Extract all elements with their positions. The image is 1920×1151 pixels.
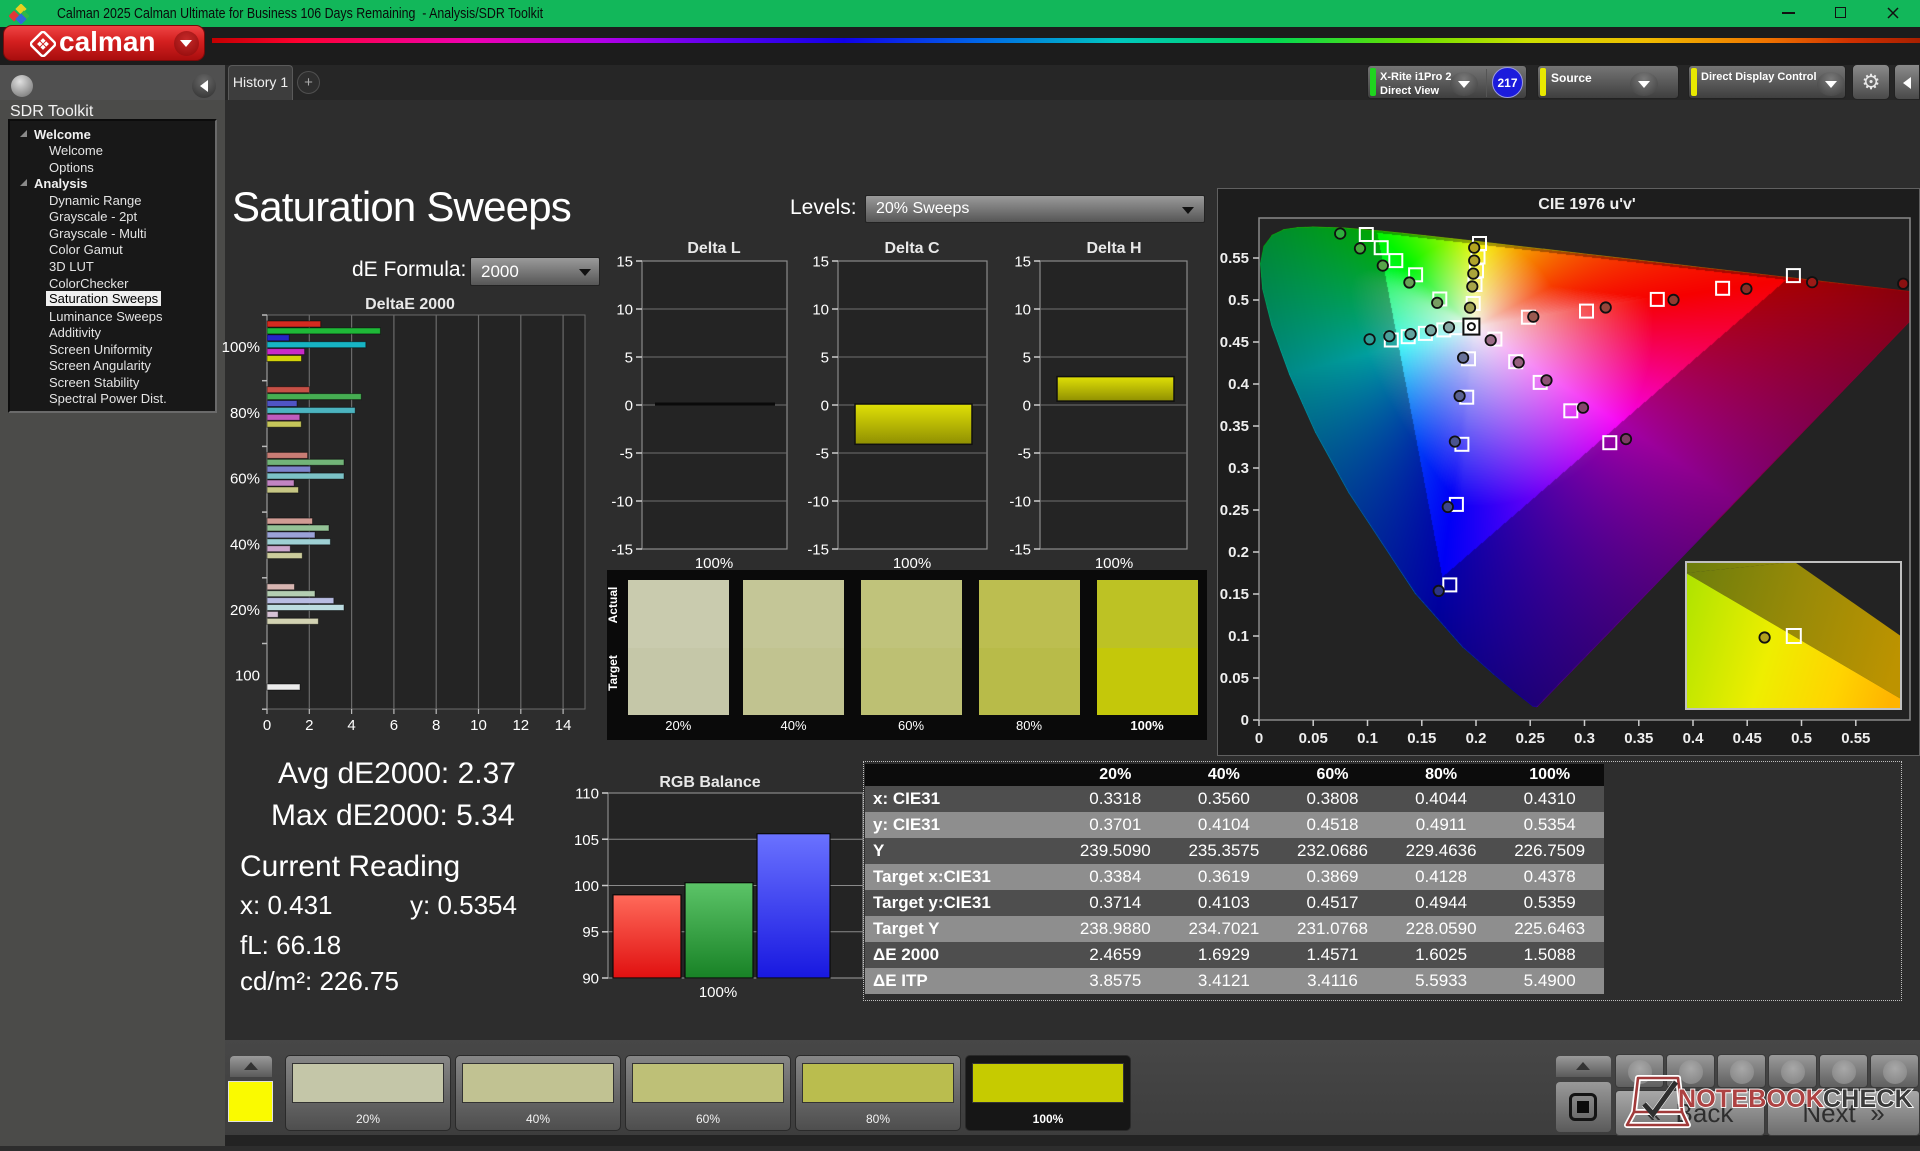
svg-text:15: 15 bbox=[1014, 254, 1031, 271]
svg-text:10: 10 bbox=[616, 302, 633, 319]
svg-text:Delta L: Delta L bbox=[687, 240, 741, 257]
svg-text:CHECK: CHECK bbox=[1823, 1085, 1913, 1113]
svg-text:15: 15 bbox=[812, 254, 829, 271]
svg-text:40%: 40% bbox=[230, 536, 260, 553]
svg-text:-15: -15 bbox=[807, 542, 829, 559]
svg-text:0.35: 0.35 bbox=[1624, 730, 1653, 747]
svg-text:5: 5 bbox=[821, 350, 829, 367]
svg-text:0: 0 bbox=[1255, 730, 1263, 747]
svg-text:0.2: 0.2 bbox=[1228, 544, 1249, 561]
svg-text:5: 5 bbox=[625, 350, 633, 367]
svg-text:15: 15 bbox=[616, 254, 633, 271]
svg-text:10: 10 bbox=[812, 302, 829, 319]
svg-text:0.1: 0.1 bbox=[1228, 628, 1249, 645]
svg-text:0.55: 0.55 bbox=[1220, 250, 1249, 267]
svg-text:0.05: 0.05 bbox=[1299, 730, 1328, 747]
svg-text:0.25: 0.25 bbox=[1220, 502, 1249, 519]
svg-text:-10: -10 bbox=[1009, 494, 1031, 511]
svg-text:Delta C: Delta C bbox=[884, 240, 940, 257]
svg-text:5: 5 bbox=[1023, 350, 1031, 367]
svg-text:100: 100 bbox=[574, 878, 599, 895]
svg-text:-15: -15 bbox=[611, 542, 633, 559]
svg-text:80%: 80% bbox=[230, 405, 260, 422]
svg-text:Delta H: Delta H bbox=[1086, 240, 1141, 257]
svg-text:100%: 100% bbox=[222, 339, 260, 356]
svg-text:0.3: 0.3 bbox=[1574, 730, 1595, 747]
svg-text:-10: -10 bbox=[611, 494, 633, 511]
svg-text:10: 10 bbox=[470, 717, 487, 734]
svg-text:8: 8 bbox=[432, 717, 440, 734]
svg-text:0: 0 bbox=[1241, 712, 1249, 729]
svg-text:0: 0 bbox=[821, 398, 829, 415]
svg-text:0.2: 0.2 bbox=[1466, 730, 1487, 747]
svg-text:95: 95 bbox=[582, 924, 599, 941]
svg-text:10: 10 bbox=[1014, 302, 1031, 319]
svg-text:0.15: 0.15 bbox=[1407, 730, 1436, 747]
svg-text:0.45: 0.45 bbox=[1220, 334, 1249, 351]
svg-text:2: 2 bbox=[305, 717, 313, 734]
svg-text:100: 100 bbox=[235, 668, 260, 685]
svg-text:0.25: 0.25 bbox=[1516, 730, 1545, 747]
svg-text:12: 12 bbox=[512, 717, 529, 734]
svg-text:0.5: 0.5 bbox=[1228, 292, 1249, 309]
svg-text:-10: -10 bbox=[807, 494, 829, 511]
svg-text:4: 4 bbox=[347, 717, 355, 734]
svg-text:0.4: 0.4 bbox=[1228, 376, 1250, 393]
svg-text:0: 0 bbox=[263, 717, 271, 734]
svg-text:0.45: 0.45 bbox=[1733, 730, 1762, 747]
svg-text:NOTEBOOK: NOTEBOOK bbox=[1678, 1085, 1824, 1113]
svg-text:0: 0 bbox=[625, 398, 633, 415]
svg-text:-5: -5 bbox=[816, 446, 829, 463]
svg-text:0.35: 0.35 bbox=[1220, 418, 1249, 435]
svg-text:0.4: 0.4 bbox=[1683, 730, 1705, 747]
svg-text:-5: -5 bbox=[1018, 446, 1031, 463]
svg-text:CIE 1976 u'v': CIE 1976 u'v' bbox=[1538, 196, 1635, 213]
svg-text:60%: 60% bbox=[230, 471, 260, 488]
svg-text:6: 6 bbox=[390, 717, 398, 734]
svg-text:0: 0 bbox=[1023, 398, 1031, 415]
svg-text:105: 105 bbox=[574, 832, 599, 849]
svg-text:0.3: 0.3 bbox=[1228, 460, 1249, 477]
svg-text:0.55: 0.55 bbox=[1841, 730, 1870, 747]
svg-text:0.1: 0.1 bbox=[1357, 730, 1378, 747]
svg-text:0.05: 0.05 bbox=[1220, 670, 1249, 687]
svg-text:14: 14 bbox=[555, 717, 572, 734]
svg-text:20%: 20% bbox=[230, 602, 260, 619]
svg-text:0.5: 0.5 bbox=[1791, 730, 1812, 747]
svg-text:-15: -15 bbox=[1009, 542, 1031, 559]
svg-text:0.15: 0.15 bbox=[1220, 586, 1249, 603]
svg-text:110: 110 bbox=[575, 786, 599, 803]
svg-text:-5: -5 bbox=[620, 446, 633, 463]
